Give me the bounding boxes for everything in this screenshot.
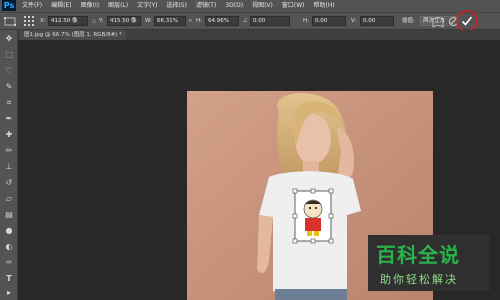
h-label: H: — [196, 18, 202, 24]
crop-tool-icon[interactable]: ⌗ — [4, 98, 14, 108]
transform-tool-icon[interactable] — [4, 17, 16, 26]
tools-panel: ✥ ⬚ ➰ ✎ ⌗ ✒ ✚ ✏ ⊥ ↺ ▱ ▤ ● ◐ ✑ T ▸ — [0, 30, 18, 300]
watermark-badge: 百科全说 助你轻松解决 — [368, 235, 490, 291]
menu-filter[interactable]: 滤镜(T) — [196, 0, 216, 12]
menu-bar: Ps 文件(F) 编辑(E) 图像(I) 图层(L) 文字(Y) 选择(S) 滤… — [0, 0, 500, 12]
watermark-title: 百科全说 — [376, 243, 460, 267]
move-tool-icon[interactable]: ✥ — [4, 34, 14, 44]
vskew-field[interactable]: 0.00 — [360, 16, 394, 26]
hskew-label: H: — [303, 18, 309, 24]
type-tool-icon[interactable]: T — [4, 274, 14, 284]
quick-select-tool-icon[interactable]: ✎ — [4, 82, 14, 92]
x-field[interactable]: 412.50 像 — [48, 16, 88, 26]
path-select-tool-icon[interactable]: ▸ — [4, 288, 14, 298]
pen-tool-icon[interactable]: ✑ — [4, 258, 14, 268]
x-label: X: — [40, 18, 46, 24]
history-brush-tool-icon[interactable]: ↺ — [4, 178, 14, 188]
menu-view[interactable]: 视图(V) — [252, 0, 273, 12]
document-tab[interactable]: 图1.jpg @ 66.7% (图层 1, RGB/8#) * — [20, 30, 126, 40]
healing-brush-tool-icon[interactable]: ✚ — [4, 130, 14, 140]
menu-edit[interactable]: 编辑(E) — [51, 0, 71, 12]
photoshop-logo: Ps — [2, 0, 16, 11]
gradient-tool-icon[interactable]: ▤ — [4, 210, 14, 220]
link-icon[interactable]: ∞ — [188, 16, 193, 26]
menu-help[interactable]: 帮助(H) — [314, 0, 335, 12]
blur-tool-icon[interactable]: ● — [4, 226, 14, 236]
menu-items: 文件(F) 编辑(E) 图像(I) 图层(L) 文字(Y) 选择(S) 滤镜(T… — [22, 0, 344, 12]
menu-image[interactable]: 图像(I) — [81, 0, 99, 12]
y-field[interactable]: 415.50 像 — [107, 16, 141, 26]
delta-icon: △ — [92, 18, 97, 24]
rotate-icon: ∠ — [243, 18, 248, 24]
menu-select[interactable]: 选择(S) — [166, 0, 187, 12]
reference-point-icon[interactable] — [24, 16, 34, 26]
document-tab-bar: 图1.jpg @ 66.7% (图层 1, RGB/8#) * — [18, 30, 500, 40]
w-label: W: — [145, 18, 152, 24]
options-bar: X: 412.50 像 △ Y: 415.50 像 W: 66.31% ∞ H:… — [0, 10, 500, 32]
eraser-tool-icon[interactable]: ▱ — [4, 194, 14, 204]
angle-field[interactable]: 0.00 — [250, 16, 290, 26]
menu-type[interactable]: 文字(Y) — [137, 0, 157, 12]
marquee-tool-icon[interactable]: ⬚ — [4, 50, 14, 60]
menu-layer[interactable]: 图层(L) — [108, 0, 128, 12]
w-field[interactable]: 66.31% — [154, 16, 186, 26]
interpolation-label: 插值: — [402, 18, 415, 24]
warp-mode-icon[interactable] — [432, 16, 444, 28]
brush-tool-icon[interactable]: ✏ — [4, 146, 14, 156]
menu-window[interactable]: 窗口(W) — [282, 0, 305, 12]
dodge-tool-icon[interactable]: ◐ — [4, 242, 14, 252]
clone-stamp-tool-icon[interactable]: ⊥ — [4, 162, 14, 172]
vskew-label: V: — [351, 18, 357, 24]
lasso-tool-icon[interactable]: ➰ — [4, 66, 14, 76]
y-label: Y: — [99, 18, 104, 24]
menu-3d[interactable]: 3D(D) — [225, 0, 243, 12]
hskew-field[interactable]: 0.00 — [312, 16, 346, 26]
watermark-subtitle: 助你轻松解决 — [380, 273, 458, 286]
menu-file[interactable]: 文件(F) — [22, 0, 42, 12]
eyedropper-tool-icon[interactable]: ✒ — [4, 114, 14, 124]
h-field[interactable]: 64.96% — [205, 16, 239, 26]
